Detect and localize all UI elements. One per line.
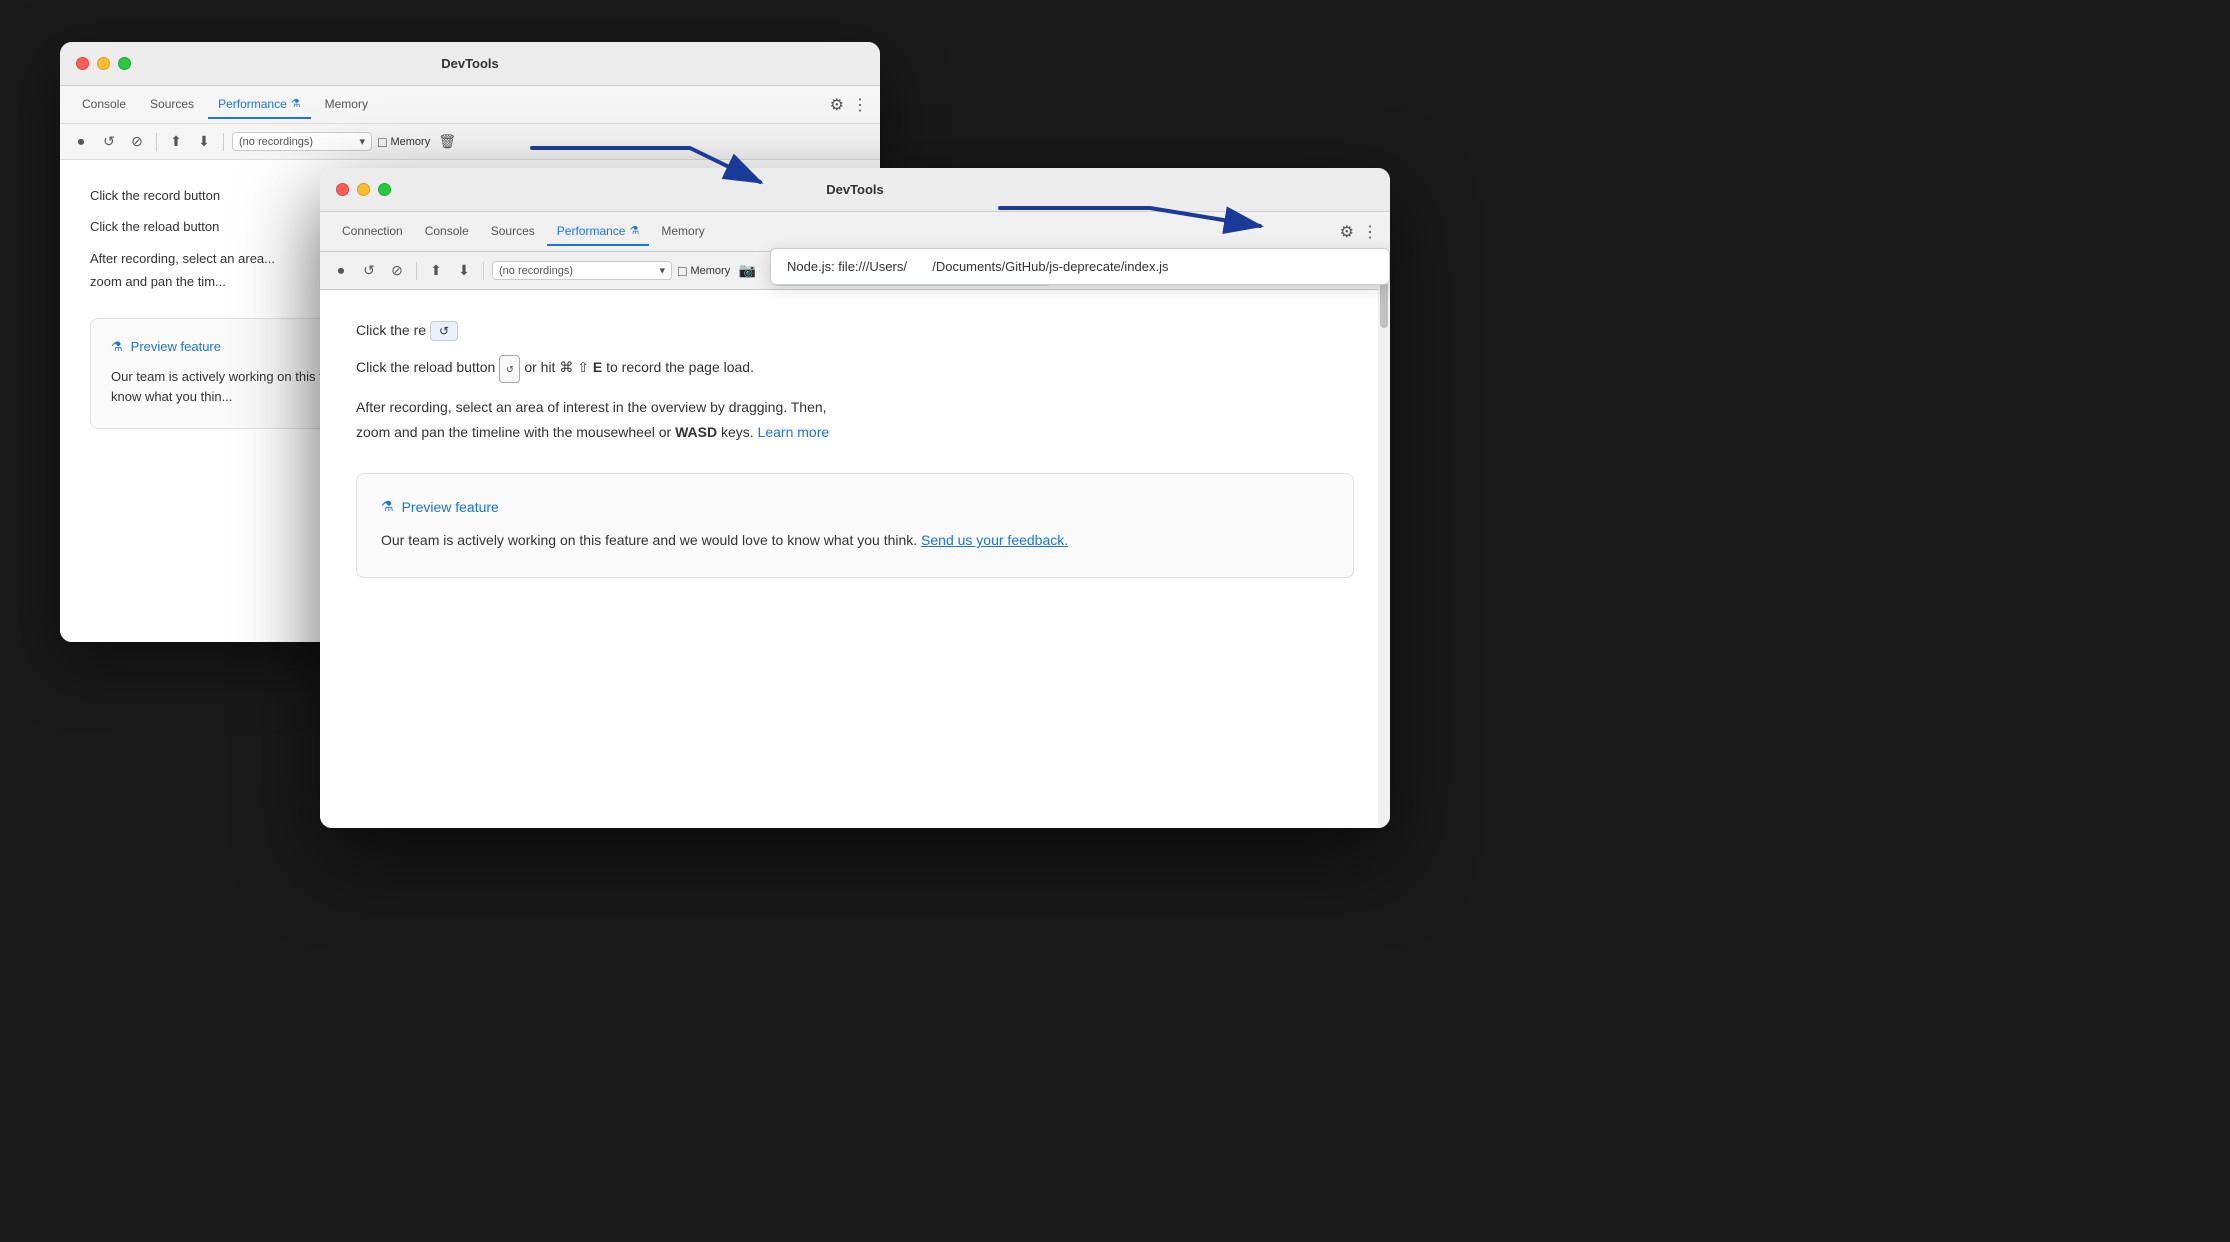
front-record-button[interactable]: ⏺ xyxy=(330,260,352,282)
back-recordings-select[interactable]: (no recordings) ▾ xyxy=(232,132,372,151)
front-tab-icons: ⚙ ⋮ xyxy=(1340,222,1378,242)
front-line3: After recording, select an area of inter… xyxy=(356,395,1354,445)
vm-dropdown-item[interactable]: Node.js: file:///Users/ /Documents/GitHu… xyxy=(771,249,1389,284)
back-tab-memory[interactable]: Memory xyxy=(315,91,378,119)
back-close-button[interactable] xyxy=(76,57,89,70)
front-capture-button[interactable]: 📷 xyxy=(736,260,758,282)
back-record-button[interactable]: ⏺ xyxy=(70,131,92,153)
front-minimize-button[interactable] xyxy=(357,183,370,196)
feedback-link[interactable]: Send us your feedback. xyxy=(921,532,1068,548)
back-toolbar: ⏺ ↺ ⊘ ⬆ ⬇ (no recordings) ▾ □ Memory 🗑 xyxy=(60,124,880,160)
vm-dropdown[interactable]: Node.js: file:///Users/ /Documents/GitHu… xyxy=(770,248,1390,285)
back-select-arrow: ▾ xyxy=(359,135,365,148)
front-maximize-button[interactable] xyxy=(378,183,391,196)
front-settings-icon[interactable]: ⚙ xyxy=(1340,222,1354,242)
front-checkbox-icon: □ xyxy=(678,263,686,279)
front-clear-button[interactable]: ⊘ xyxy=(386,260,408,282)
back-settings-icon[interactable]: ⚙ xyxy=(830,95,844,115)
front-scrollbar[interactable] xyxy=(1378,246,1390,828)
back-preview-flask-icon: ⚗ xyxy=(111,339,123,355)
front-devtools-window: DevTools Connection Console Sources Perf… xyxy=(320,168,1390,828)
back-tabs-bar: Console Sources Performance ⚗ Memory ⚙ ⋮ xyxy=(60,86,880,124)
front-preview-flask-icon: ⚗ xyxy=(381,498,394,515)
front-tab-sources[interactable]: Sources xyxy=(481,218,545,246)
back-divider-1 xyxy=(156,133,157,151)
back-divider-2 xyxy=(223,133,224,151)
front-recordings-select[interactable]: (no recordings) ▾ xyxy=(492,261,672,280)
learn-more-link[interactable]: Learn more xyxy=(758,424,830,440)
back-tab-console[interactable]: Console xyxy=(72,91,136,119)
back-maximize-button[interactable] xyxy=(118,57,131,70)
back-minimize-button[interactable] xyxy=(97,57,110,70)
front-line1: Click the re↺ xyxy=(356,318,1354,343)
front-tab-performance[interactable]: Performance ⚗ xyxy=(547,218,650,246)
front-preview-title: ⚗ Preview feature xyxy=(381,498,1329,515)
back-tab-performance[interactable]: Performance ⚗ xyxy=(208,91,311,119)
back-reload-button[interactable]: ↺ xyxy=(98,131,120,153)
back-clear-button[interactable]: ⊘ xyxy=(126,131,148,153)
back-window-title: DevTools xyxy=(441,56,499,71)
vm-node-path: Node.js: file:///Users/ /Documents/GitHu… xyxy=(787,259,1168,274)
back-checkbox-icon: □ xyxy=(378,134,386,150)
front-divider-1 xyxy=(416,262,417,280)
front-performance-flask-icon: ⚗ xyxy=(629,224,639,237)
back-tab-icons: ⚙ ⋮ xyxy=(830,95,868,115)
front-tab-connection[interactable]: Connection xyxy=(332,218,413,246)
front-preview-text: Our team is actively working on this fea… xyxy=(381,529,1329,553)
back-upload-button[interactable]: ⬆ xyxy=(165,131,187,153)
back-tab-sources[interactable]: Sources xyxy=(140,91,204,119)
front-reload-button[interactable]: ↺ xyxy=(358,260,380,282)
back-download-button[interactable]: ⬇ xyxy=(193,131,215,153)
front-select-arrow: ▾ xyxy=(659,264,665,277)
back-delete-button[interactable]: 🗑 xyxy=(436,131,458,153)
front-close-button[interactable] xyxy=(336,183,349,196)
front-divider-2 xyxy=(483,262,484,280)
front-content: Click the re↺ Click the reload button ↺ … xyxy=(320,290,1390,828)
front-line2: Click the reload button ↺ or hit ⌘ ⇧ E t… xyxy=(356,355,1354,383)
front-traffic-lights xyxy=(336,183,391,196)
back-titlebar: DevTools xyxy=(60,42,880,86)
front-memory-checkbox[interactable]: □ Memory xyxy=(678,263,730,279)
performance-flask-icon: ⚗ xyxy=(291,97,301,110)
front-tabs-bar: Connection Console Sources Performance ⚗… xyxy=(320,212,1390,252)
front-download-button[interactable]: ⬇ xyxy=(453,260,475,282)
front-more-icon[interactable]: ⋮ xyxy=(1362,222,1378,242)
front-tab-memory[interactable]: Memory xyxy=(651,218,714,246)
front-upload-button[interactable]: ⬆ xyxy=(425,260,447,282)
back-traffic-lights xyxy=(76,57,131,70)
front-titlebar: DevTools xyxy=(320,168,1390,212)
front-window-inner: DevTools Connection Console Sources Perf… xyxy=(320,168,1390,828)
back-memory-checkbox[interactable]: □ Memory xyxy=(378,134,430,150)
back-more-icon[interactable]: ⋮ xyxy=(852,95,868,115)
front-window-title: DevTools xyxy=(826,182,884,197)
front-preview-box: ⚗ Preview feature Our team is actively w… xyxy=(356,473,1354,578)
front-tab-console[interactable]: Console xyxy=(415,218,479,246)
